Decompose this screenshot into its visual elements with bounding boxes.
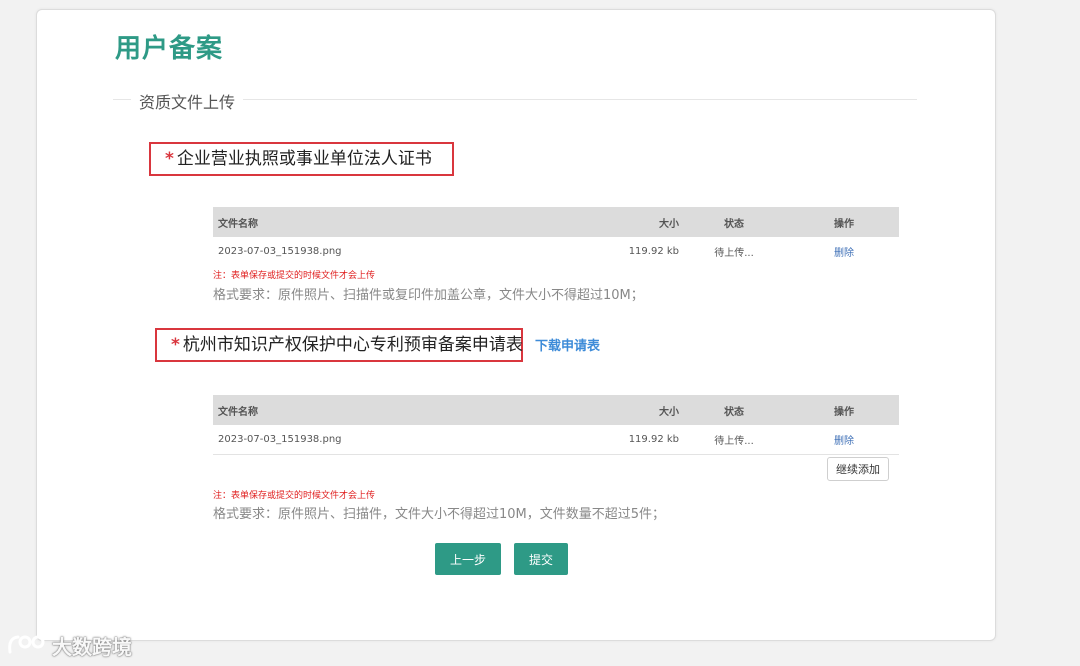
header-file-name: 文件名称 <box>218 406 258 418</box>
header-operation: 操作 <box>834 218 854 230</box>
add-more-button[interactable]: 继续添加 <box>827 457 889 481</box>
file-status: 待上传... <box>714 248 754 259</box>
watermark-text: 大数跨境 <box>52 634 132 659</box>
format-requirement: 格式要求：原件照片、扫描件，文件大小不得超过10M，文件数量不超过5件； <box>213 507 666 522</box>
brand-logo-icon <box>8 635 45 654</box>
header-status: 状态 <box>724 218 744 230</box>
header-size: 大小 <box>659 406 679 418</box>
page-title: 用户备案 <box>115 34 224 64</box>
file-name: 2023-07-03_151938.png <box>218 246 342 257</box>
file-size: 119.92 kb <box>628 434 679 445</box>
required-star: * <box>171 335 180 355</box>
field-label: 杭州市知识产权保护中心专利预审备案申请表 <box>182 335 523 355</box>
header-size: 大小 <box>659 218 679 230</box>
field-label: 企业营业执照或事业单位法人证书 <box>176 149 432 169</box>
watermark: 大数跨境 <box>6 628 132 662</box>
format-requirement: 格式要求：原件照片、扫描件或复印件加盖公章，文件大小不得超过10M； <box>213 288 644 303</box>
file-size: 119.92 kb <box>628 246 679 257</box>
table-header: 文件名称 大小 状态 操作 <box>213 207 899 237</box>
table-row: 2023-07-03_151938.png 119.92 kb 待上传... 删… <box>213 425 899 455</box>
delete-file-button[interactable]: 删除 <box>834 436 854 447</box>
required-field-application-form: * 杭州市知识产权保护中心专利预审备案申请表 <box>155 328 523 362</box>
header-status: 状态 <box>724 406 744 418</box>
upload-note: 注：表单保存或提交的时候文件才会上传 <box>213 491 376 501</box>
header-operation: 操作 <box>834 406 854 418</box>
table-row: 2023-07-03_151938.png 119.92 kb 待上传... 删… <box>213 237 899 266</box>
download-form-link[interactable]: 下载申请表 <box>535 335 600 354</box>
table-header: 文件名称 大小 状态 操作 <box>213 395 899 425</box>
required-star: * <box>165 149 174 169</box>
section-title: 资质文件上传 <box>131 89 244 113</box>
header-file-name: 文件名称 <box>218 218 258 230</box>
prev-step-button[interactable]: 上一步 <box>435 543 501 575</box>
file-name: 2023-07-03_151938.png <box>218 434 342 445</box>
upload-note: 注：表单保存或提交的时候文件才会上传 <box>213 271 376 281</box>
delete-file-button[interactable]: 删除 <box>834 248 854 259</box>
required-field-business-license: * 企业营业执照或事业单位法人证书 <box>149 142 454 176</box>
submit-button[interactable]: 提交 <box>514 543 568 575</box>
file-status: 待上传... <box>714 436 754 447</box>
file-table-application-form: 文件名称 大小 状态 操作 2023-07-03_151938.png 119.… <box>213 395 899 455</box>
form-card: 用户备案 资质文件上传 * 企业营业执照或事业单位法人证书 文件名称 大小 状态 … <box>36 9 996 641</box>
file-table-business-license: 文件名称 大小 状态 操作 2023-07-03_151938.png 119.… <box>213 207 899 266</box>
